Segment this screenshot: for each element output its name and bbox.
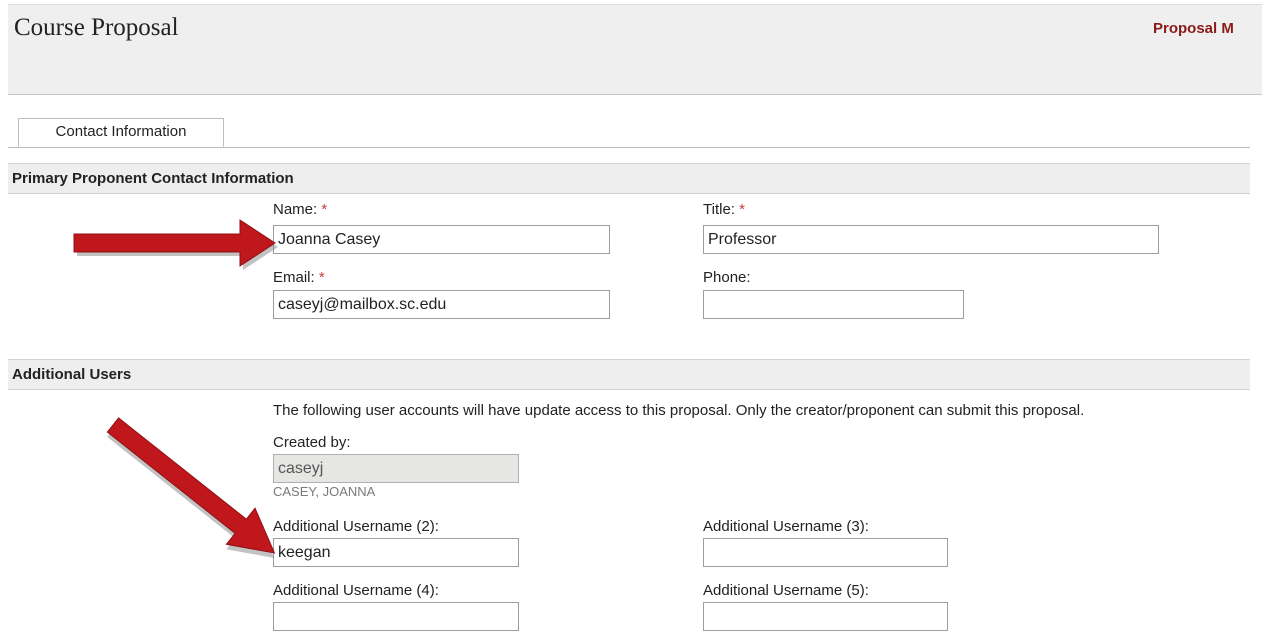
arrow-icon	[73, 219, 276, 267]
annotation-arrows	[73, 219, 278, 558]
arrow-icon	[106, 417, 276, 554]
